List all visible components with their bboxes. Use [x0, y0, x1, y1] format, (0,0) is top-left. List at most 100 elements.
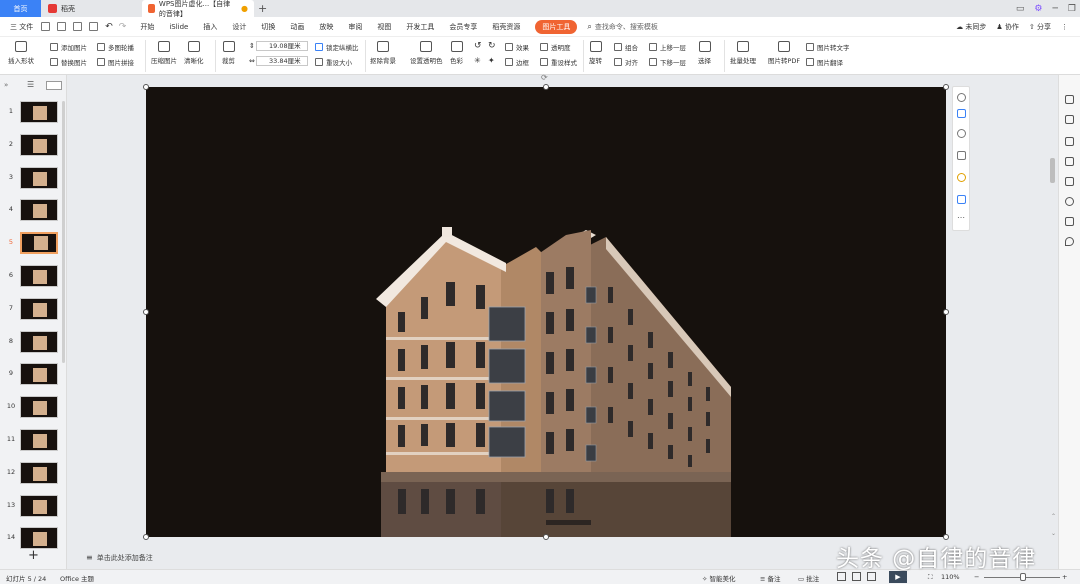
- rotate-handle-icon[interactable]: ⟳: [541, 73, 548, 82]
- menu-view[interactable]: 视图: [377, 22, 391, 32]
- slide-thumbnail[interactable]: [20, 297, 58, 320]
- tab-daoke[interactable]: 稻壳: [42, 0, 142, 17]
- rotate-button[interactable]: 旋转: [589, 41, 602, 65]
- transparency-button[interactable]: 透明度: [540, 42, 571, 52]
- tab-home[interactable]: 首页: [0, 0, 41, 17]
- slide-canvas[interactable]: ⟳: [143, 73, 949, 540]
- menu-islide[interactable]: iSlide: [169, 23, 188, 31]
- zoom-out-icon[interactable]: −: [974, 573, 979, 581]
- notes-bar[interactable]: ≡ 单击此处添加备注: [72, 549, 952, 567]
- resize-handle[interactable]: [543, 534, 549, 540]
- preview-icon[interactable]: [89, 22, 99, 31]
- redo-icon[interactable]: ↷: [119, 22, 127, 32]
- width-input[interactable]: 33.84厘米: [256, 56, 308, 66]
- reading-view-icon[interactable]: [867, 572, 876, 581]
- undo-icon[interactable]: ↶: [105, 22, 113, 32]
- gallery-icon[interactable]: [1065, 157, 1074, 166]
- resize-handle[interactable]: [143, 534, 149, 540]
- sorter-view-icon[interactable]: [852, 572, 861, 581]
- building-image[interactable]: [146, 87, 946, 537]
- fit-window-icon[interactable]: ⛶: [928, 573, 933, 582]
- picture-to-pdf-button[interactable]: 图片转PDF: [768, 41, 800, 65]
- rotate-left-icon[interactable]: ↺: [474, 41, 482, 51]
- menu-developer[interactable]: 开发工具: [406, 22, 434, 32]
- lock-ratio-checkbox[interactable]: 锁定纵横比: [315, 42, 359, 52]
- multi-outline-button[interactable]: 多图轮播: [97, 42, 134, 52]
- rotate-right-icon[interactable]: ↻: [488, 41, 496, 51]
- remove-background-button[interactable]: 抠除背景: [370, 41, 396, 65]
- settings-icon[interactable]: ⚙: [1034, 4, 1042, 14]
- add-picture-button[interactable]: 添加图片: [50, 42, 87, 52]
- adjust-icon[interactable]: [1065, 115, 1074, 124]
- add-slide-button[interactable]: +: [28, 548, 39, 563]
- resize-handle[interactable]: [143, 309, 149, 315]
- menu-insert[interactable]: 插入: [203, 22, 217, 32]
- idea-icon[interactable]: [957, 173, 966, 182]
- command-search[interactable]: 查找命令、搜索模板: [595, 22, 658, 32]
- menu-start[interactable]: 开始: [140, 22, 154, 32]
- slide-thumbnail[interactable]: [20, 265, 58, 287]
- collaborate-button[interactable]: ♟ 协作: [996, 22, 1019, 32]
- group-button[interactable]: 组合: [614, 42, 638, 52]
- menu-resources[interactable]: 稻壳资源: [492, 22, 520, 32]
- compress-picture-button[interactable]: 压缩图片: [151, 41, 177, 65]
- menu-design[interactable]: 设计: [232, 22, 246, 32]
- slide-thumbnail[interactable]: [20, 232, 58, 255]
- zoom-slider-thumb[interactable]: [1020, 573, 1026, 581]
- reset-size-button[interactable]: 重设大小: [315, 57, 352, 67]
- more-icon[interactable]: ⋯: [957, 213, 965, 222]
- reset-style-button[interactable]: 重设样式: [540, 57, 577, 67]
- menu-animation[interactable]: 动画: [290, 22, 304, 32]
- export-icon[interactable]: [57, 22, 67, 31]
- color-button[interactable]: 色彩: [450, 41, 463, 65]
- layers-icon[interactable]: [957, 109, 966, 118]
- slide-thumbnail[interactable]: [20, 101, 58, 123]
- effects-button[interactable]: 效果: [505, 42, 529, 52]
- menu-review[interactable]: 审阅: [348, 22, 362, 32]
- menu-member[interactable]: 会员专享: [449, 22, 477, 32]
- resize-handle[interactable]: [943, 84, 949, 90]
- sync-status[interactable]: ☁ 未同步: [956, 22, 986, 32]
- menu-transition[interactable]: 切换: [261, 22, 275, 32]
- slide-thumbnail[interactable]: [20, 396, 58, 419]
- image-panel-icon[interactable]: [1065, 217, 1074, 226]
- restore-icon[interactable]: ❐: [1068, 4, 1076, 14]
- sharpen-button[interactable]: 清晰化: [184, 41, 204, 65]
- menu-file[interactable]: 三 文件: [10, 22, 33, 32]
- scroll-down-icon[interactable]: ⌄: [1051, 530, 1056, 537]
- normal-view-icon[interactable]: [837, 572, 846, 581]
- layout-icon[interactable]: ▭: [1016, 4, 1025, 14]
- bring-forward-button[interactable]: 上移一层: [649, 42, 686, 52]
- slide-thumbnail[interactable]: [20, 429, 58, 451]
- zoom-icon[interactable]: [957, 129, 966, 138]
- batch-process-button[interactable]: 批量处理: [730, 41, 756, 65]
- transform-icon[interactable]: [1065, 137, 1074, 146]
- slide-thumbnail[interactable]: [20, 494, 58, 517]
- border-button[interactable]: 边框: [505, 57, 529, 67]
- select-button[interactable]: 选择: [698, 41, 711, 65]
- picture-to-text-button[interactable]: 图片转文字: [806, 42, 850, 52]
- collapse-panel-icon[interactable]: »: [4, 81, 8, 89]
- slide-thumbnail[interactable]: [20, 166, 58, 189]
- collapse-toolbar-icon[interactable]: [957, 93, 966, 102]
- magic-icon[interactable]: [1065, 95, 1074, 104]
- contrast-icon[interactable]: ✦: [488, 56, 495, 65]
- align-button[interactable]: 对齐: [614, 57, 638, 67]
- resize-handle[interactable]: [543, 84, 549, 90]
- location-icon[interactable]: [1065, 237, 1074, 246]
- picture-translate-button[interactable]: 图片翻译: [806, 57, 843, 67]
- slide-thumbnail[interactable]: [20, 330, 58, 353]
- save-icon[interactable]: [41, 22, 51, 31]
- scroll-up-icon[interactable]: ⌃: [1051, 513, 1056, 520]
- height-input[interactable]: 19.08厘米: [256, 41, 308, 51]
- resize-handle[interactable]: [143, 84, 149, 90]
- slide-thumbnail[interactable]: [20, 527, 58, 550]
- vertical-scrollbar[interactable]: [1050, 158, 1055, 183]
- new-tab-button[interactable]: +: [258, 0, 272, 17]
- crop-button[interactable]: 裁剪: [222, 41, 235, 65]
- zoom-in-icon[interactable]: +: [1062, 573, 1067, 581]
- insert-shape-button[interactable]: 插入形状: [8, 41, 34, 65]
- animation-icon[interactable]: [1065, 177, 1074, 186]
- slide-thumbnail[interactable]: [20, 363, 58, 386]
- help-icon[interactable]: [1065, 197, 1074, 206]
